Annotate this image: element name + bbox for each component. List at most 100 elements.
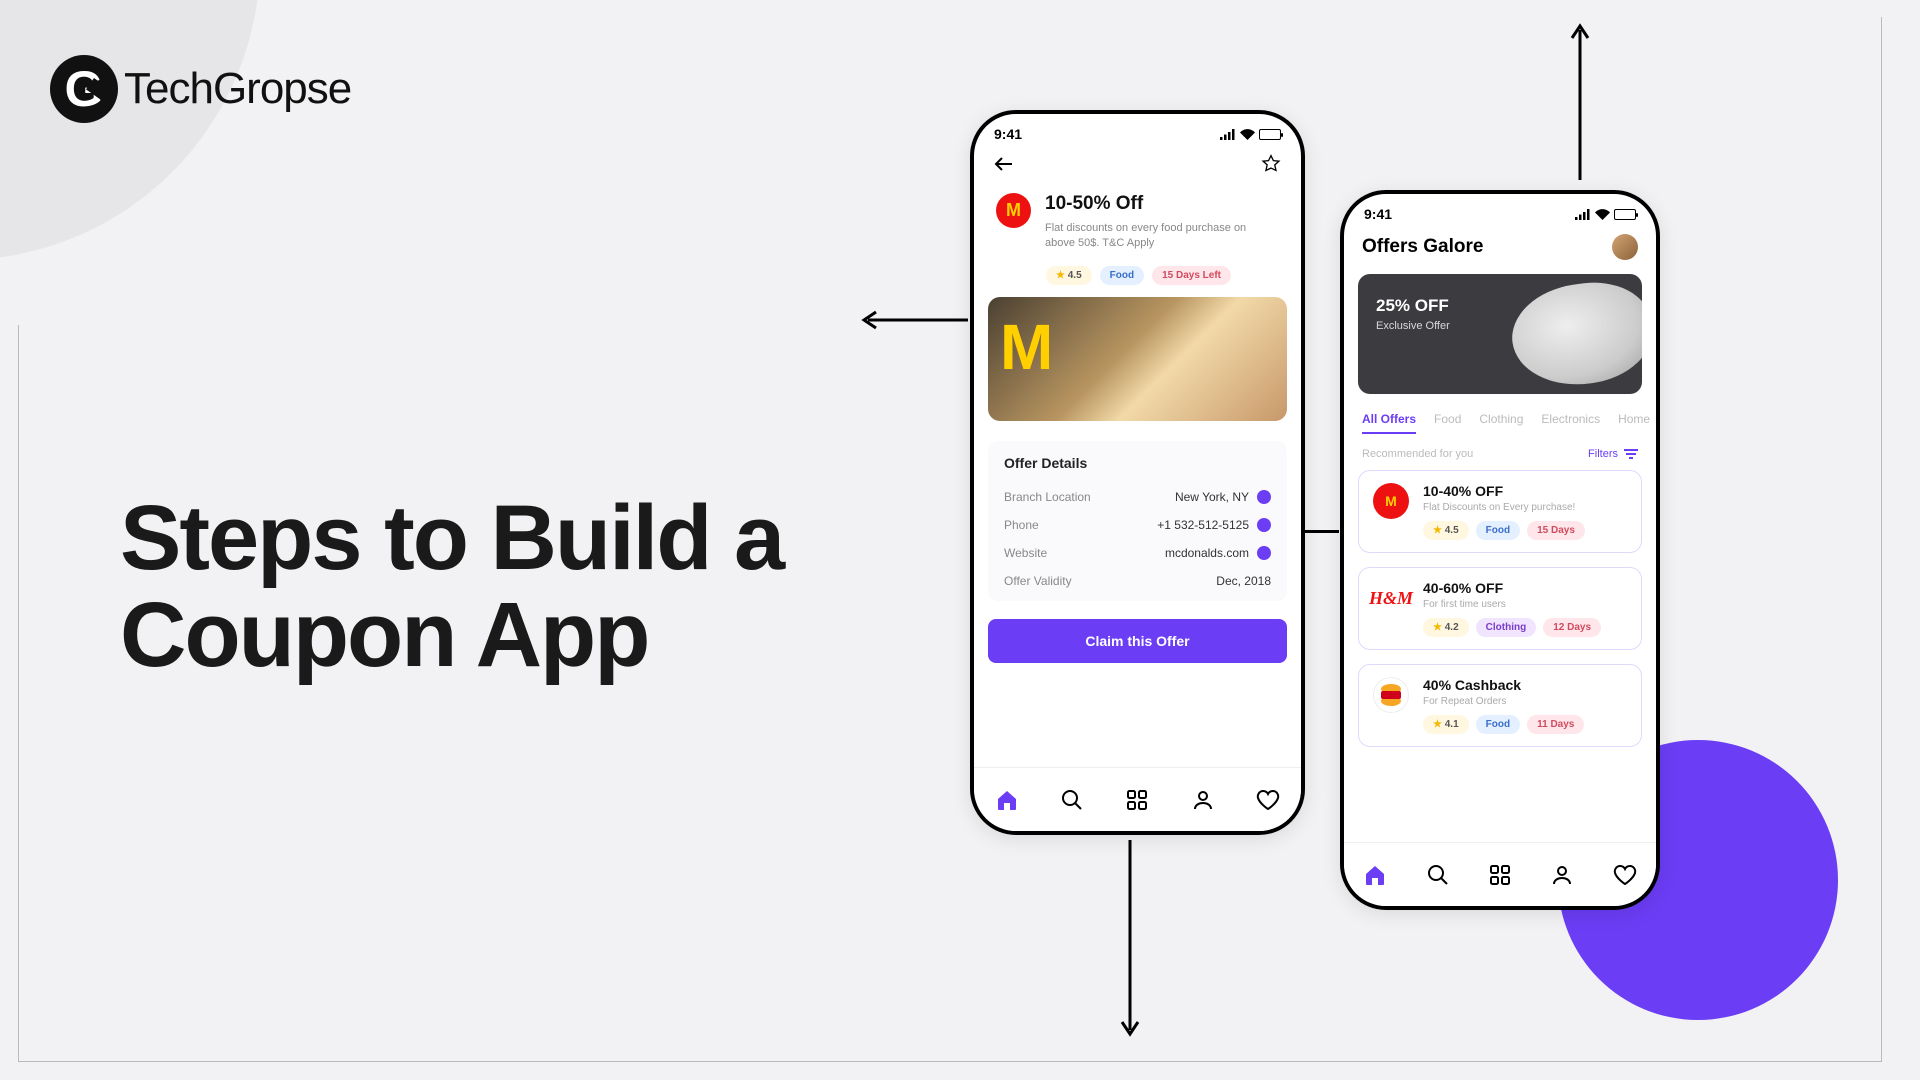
favorite-icon[interactable] <box>1261 154 1281 179</box>
status-bar: 9:41 <box>1344 194 1656 226</box>
banner-image <box>1506 275 1642 394</box>
slide-frame-left <box>18 325 19 1062</box>
status-time: 9:41 <box>994 126 1022 142</box>
offer-card[interactable]: 40% Cashback For Repeat Orders 4.1 Food … <box>1358 664 1642 747</box>
expiry-chip: 15 Days <box>1527 521 1585 540</box>
home-icon[interactable] <box>1363 863 1387 887</box>
card-subtitle: Flat Discounts on Every purchase! <box>1423 502 1627 513</box>
card-title: 40-60% OFF <box>1423 580 1627 596</box>
expiry-chip: 15 Days Left <box>1152 266 1231 285</box>
merchant-logo: M <box>996 193 1031 228</box>
bottom-tabbar <box>974 767 1301 831</box>
filters-button[interactable]: Filters <box>1588 448 1638 460</box>
detail-value: New York, NY <box>1175 490 1249 504</box>
phone-offers-list: 9:41 Offers Galore 25% OFF Exclusive Off… <box>1340 190 1660 910</box>
detail-row: Offer Validity Dec, 2018 <box>1004 567 1271 595</box>
grid-icon[interactable] <box>1488 863 1512 887</box>
promo-banner[interactable]: 25% OFF Exclusive Offer <box>1358 274 1642 394</box>
phone-offer-detail: 9:41 M 10-50% Off Flat discounts on ever… <box>970 110 1305 835</box>
search-icon[interactable] <box>1426 863 1450 887</box>
card-subtitle: For Repeat Orders <box>1423 696 1627 707</box>
detail-row: Branch Location New York, NY <box>1004 483 1271 511</box>
offer-details-card: Offer Details Branch Location New York, N… <box>988 441 1287 601</box>
tab-food[interactable]: Food <box>1434 412 1461 434</box>
arrow-up-icon <box>1570 20 1590 180</box>
category-chip: Food <box>1476 715 1520 734</box>
expiry-chip: 11 Days <box>1527 715 1584 734</box>
detail-value: Dec, 2018 <box>1216 574 1271 588</box>
detail-value: +1 532-512-5125 <box>1157 518 1249 532</box>
home-icon[interactable] <box>995 788 1019 812</box>
link-icon[interactable] <box>1257 546 1271 560</box>
offer-hero-image: M <box>988 297 1287 421</box>
detail-row: Website mcdonalds.com <box>1004 539 1271 567</box>
heart-icon[interactable] <box>1256 788 1280 812</box>
card-title: 10-40% OFF <box>1423 483 1627 499</box>
signal-icon <box>1575 209 1591 220</box>
detail-label: Phone <box>1004 518 1039 532</box>
card-subtitle: For first time users <box>1423 599 1627 610</box>
logo-mark: G <box>50 55 118 123</box>
profile-icon[interactable] <box>1550 863 1574 887</box>
detail-row: Phone +1 532-512-5125 <box>1004 511 1271 539</box>
filter-icon <box>1624 448 1638 460</box>
screen-header: Offers Galore <box>1344 226 1656 274</box>
merchant-logo <box>1373 677 1409 713</box>
detail-value: mcdonalds.com <box>1165 546 1249 560</box>
expiry-chip: 12 Days <box>1543 618 1601 637</box>
merchant-logo: M <box>1373 483 1409 519</box>
phone-icon[interactable] <box>1257 518 1271 532</box>
detail-label: Website <box>1004 546 1047 560</box>
details-heading: Offer Details <box>1004 455 1271 471</box>
page-title: Steps to Build a Coupon App <box>120 490 783 683</box>
tab-clothing[interactable]: Clothing <box>1479 412 1523 434</box>
detail-label: Offer Validity <box>1004 574 1072 588</box>
offer-card[interactable]: M 10-40% OFF Flat Discounts on Every pur… <box>1358 470 1642 553</box>
bottom-tabbar <box>1344 842 1656 906</box>
arrow-down-icon <box>1120 840 1140 1040</box>
tab-home[interactable]: Home <box>1618 412 1650 434</box>
brand-row: M 10-50% Off Flat discounts on every foo… <box>974 193 1301 262</box>
heart-icon[interactable] <box>1613 863 1637 887</box>
recommended-label: Recommended for you <box>1362 448 1473 460</box>
offer-chips: 4.5 Food 15 Days Left <box>974 262 1301 297</box>
category-chip: Clothing <box>1476 618 1537 637</box>
arrow-left-icon <box>858 310 968 330</box>
grid-icon[interactable] <box>1125 788 1149 812</box>
connector-line <box>1305 530 1339 533</box>
rating-chip: 4.2 <box>1423 618 1469 637</box>
location-icon[interactable] <box>1257 490 1271 504</box>
search-icon[interactable] <box>1060 788 1084 812</box>
rating-chip: 4.1 <box>1423 715 1469 734</box>
profile-icon[interactable] <box>1191 788 1215 812</box>
card-title: 40% Cashback <box>1423 677 1627 693</box>
status-time: 9:41 <box>1364 206 1392 222</box>
category-chip: Food <box>1100 266 1144 285</box>
offer-title: 10-50% Off <box>1045 193 1255 215</box>
offer-card[interactable]: H&M 40-60% OFF For first time users 4.2 … <box>1358 567 1642 650</box>
category-chip: Food <box>1476 521 1520 540</box>
status-icons <box>1220 129 1281 140</box>
brand-logo: G TechGropse <box>50 55 351 123</box>
back-icon[interactable] <box>994 156 1014 177</box>
rating-chip: 4.5 <box>1423 521 1469 540</box>
offer-subtitle: Flat discounts on every food purchase on… <box>1045 221 1255 252</box>
battery-icon <box>1259 129 1281 140</box>
rating-chip: 4.5 <box>1046 266 1092 285</box>
signal-icon <box>1220 129 1236 140</box>
recommended-row: Recommended for you Filters <box>1344 434 1656 470</box>
category-tabs: All Offers Food Clothing Electronics Hom… <box>1344 394 1656 434</box>
status-bar: 9:41 <box>974 114 1301 146</box>
screen-topbar <box>974 146 1301 193</box>
status-icons <box>1575 209 1636 220</box>
detail-label: Branch Location <box>1004 490 1091 504</box>
avatar[interactable] <box>1612 234 1638 260</box>
claim-offer-button[interactable]: Claim this Offer <box>988 619 1287 663</box>
tab-electronics[interactable]: Electronics <box>1541 412 1600 434</box>
screen-title: Offers Galore <box>1362 236 1483 258</box>
headline-line-2: Coupon App <box>120 587 783 684</box>
tab-all-offers[interactable]: All Offers <box>1362 412 1416 434</box>
wifi-icon <box>1595 209 1610 220</box>
wifi-icon <box>1240 129 1255 140</box>
merchant-logo: H&M <box>1373 580 1409 616</box>
